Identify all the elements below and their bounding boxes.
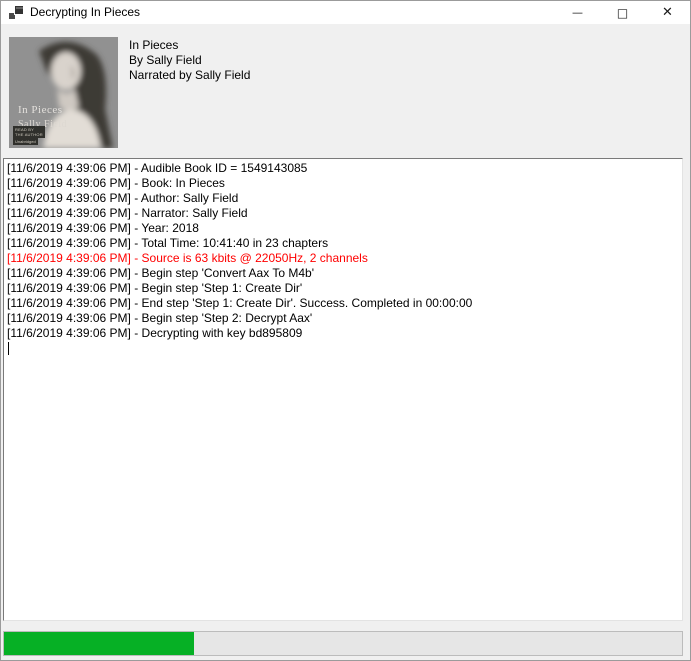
log-line: [11/6/2019 4:39:06 PM] - Total Time: 10:…: [7, 236, 679, 251]
log-line: [11/6/2019 4:39:06 PM] - End step 'Step …: [7, 296, 679, 311]
maximize-icon: □: [617, 6, 628, 20]
log-line: [11/6/2019 4:39:06 PM] - Book: In Pieces: [7, 176, 679, 191]
decrypt-progress-bar: [3, 631, 683, 656]
log-textbox[interactable]: [11/6/2019 4:39:06 PM] - Audible Book ID…: [3, 158, 683, 621]
log-line: [11/6/2019 4:39:06 PM] - Author: Sally F…: [7, 191, 679, 206]
title-bar[interactable]: Decrypting In Pieces — □ ✕: [1, 1, 690, 24]
app-window-icon: [9, 6, 23, 19]
close-button[interactable]: ✕: [645, 1, 690, 24]
log-line: [11/6/2019 4:39:06 PM] - Year: 2018: [7, 221, 679, 236]
cover-read-by-badge: READ BYTHE AUTHOR: [13, 126, 45, 138]
cover-title-text: In Pieces: [18, 104, 63, 117]
book-author: By Sally Field: [129, 53, 250, 68]
minimize-button[interactable]: —: [555, 1, 600, 24]
maximize-button[interactable]: □: [600, 1, 645, 24]
log-line: [11/6/2019 4:39:06 PM] - Decrypting with…: [7, 326, 679, 341]
close-icon: ✕: [662, 5, 673, 20]
book-narrator: Narrated by Sally Field: [129, 68, 250, 83]
text-caret: [8, 342, 9, 355]
log-line: [11/6/2019 4:39:06 PM] - Source is 63 kb…: [7, 251, 679, 266]
cover-unabridged-badge: Unabridged: [13, 138, 38, 145]
book-info-label: In Pieces By Sally Field Narrated by Sal…: [129, 38, 250, 83]
minimize-icon: —: [572, 6, 583, 19]
window-title: Decrypting In Pieces: [30, 1, 140, 24]
app-window: Decrypting In Pieces — □ ✕ In Pieces Sal…: [0, 0, 691, 661]
log-line: [11/6/2019 4:39:06 PM] - Begin step 'Con…: [7, 266, 679, 281]
book-cover-image: In Pieces Sally Field READ BYTHE AUTHOR …: [9, 37, 118, 148]
log-line: [11/6/2019 4:39:06 PM] - Narrator: Sally…: [7, 206, 679, 221]
log-line: [11/6/2019 4:39:06 PM] - Audible Book ID…: [7, 161, 679, 176]
log-line: [11/6/2019 4:39:06 PM] - Begin step 'Ste…: [7, 281, 679, 296]
log-line: [11/6/2019 4:39:06 PM] - Begin step 'Ste…: [7, 311, 679, 326]
progress-bar-fill: [4, 632, 194, 655]
book-title: In Pieces: [129, 38, 250, 53]
